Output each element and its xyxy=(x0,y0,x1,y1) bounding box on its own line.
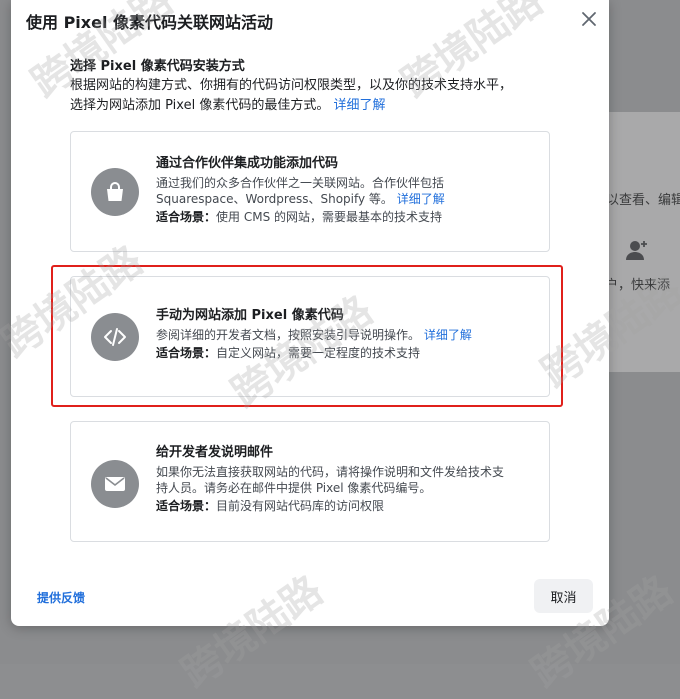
intro-line1: 根据网站的构建方式、你拥有的代码访问权限类型，以及你的技术支持水平， xyxy=(70,78,513,93)
option-desc-line: 如果你无法直接获取网站的代码，请将操作说明和文件发给技术支 xyxy=(156,465,505,479)
close-icon[interactable] xyxy=(578,8,600,30)
option-description: 参阅详细的开发者文档，按照安装引导说明操作。 详细了解 xyxy=(156,327,541,343)
scene-label: 适合场景： xyxy=(156,499,217,513)
section-title: 选择 Pixel 像素代码安装方式 xyxy=(70,59,245,74)
background-text: 以查看、编辑 xyxy=(606,193,680,208)
option-learn-more-link[interactable]: 详细了解 xyxy=(397,192,445,206)
dialog-title: 使用 Pixel 像素代码关联网站活动 xyxy=(26,13,274,32)
option-desc-line: 通过我们的众多合作伙伴之一关联网站。合作伙伴包括 xyxy=(156,176,445,190)
intro-line2: 选择为网站添加 Pixel 像素代码的最佳方式。 xyxy=(70,98,330,113)
option-title: 通过合作伙伴集成功能添加代码 xyxy=(156,156,339,171)
scene-text: 使用 CMS 的网站，需要最基本的技术支持 xyxy=(216,210,442,224)
option-text: 通过合作伙伴集成功能添加代码 通过我们的众多合作伙伴之一关联网站。合作伙伴包括 … xyxy=(156,155,541,225)
option-desc-line: Squarespace、Wordpress、Shopify 等。 xyxy=(156,192,393,206)
option-learn-more-link[interactable]: 详细了解 xyxy=(424,328,472,342)
option-desc-line: 持人员。请务必在邮件中提供 Pixel 像素代码编号。 xyxy=(156,481,432,495)
option-partner-integration[interactable]: 通过合作伙伴集成功能添加代码 通过我们的众多合作伙伴之一关联网站。合作伙伴包括 … xyxy=(70,131,550,252)
scene-label: 适合场景： xyxy=(156,210,217,224)
option-text: 给开发者发说明邮件 如果你无法直接获取网站的代码，请将操作说明和文件发给技术支 … xyxy=(156,444,541,514)
option-description: 通过我们的众多合作伙伴之一关联网站。合作伙伴包括 Squarespace、Wor… xyxy=(156,175,541,207)
feedback-link[interactable]: 提供反馈 xyxy=(37,589,85,606)
option-scene: 适合场景：自定义网站，需要一定程度的技术支持 xyxy=(156,345,541,361)
scene-text: 目前没有网站代码库的访问权限 xyxy=(216,499,385,513)
option-scene: 适合场景：目前没有网站代码库的访问权限 xyxy=(156,498,541,514)
option-description: 如果你无法直接获取网站的代码，请将操作说明和文件发给技术支 持人员。请务必在邮件… xyxy=(156,464,541,496)
user-add-icon xyxy=(626,241,647,260)
cancel-button[interactable]: 取消 xyxy=(534,579,593,613)
option-scene: 适合场景：使用 CMS 的网站，需要最基本的技术支持 xyxy=(156,209,541,225)
option-title: 手动为网站添加 Pixel 像素代码 xyxy=(156,308,344,323)
scene-label: 适合场景： xyxy=(156,346,217,360)
option-desc-line: 参阅详细的开发者文档，按照安装引导说明操作。 xyxy=(156,328,421,342)
option-email-developer[interactable]: 给开发者发说明邮件 如果你无法直接获取网站的代码，请将操作说明和文件发给技术支 … xyxy=(70,421,550,542)
learn-more-link[interactable]: 详细了解 xyxy=(333,98,385,113)
envelope-icon xyxy=(91,460,139,508)
intro-text: 根据网站的构建方式、你拥有的代码访问权限类型，以及你的技术支持水平， 选择为网站… xyxy=(70,76,560,116)
option-title: 给开发者发说明邮件 xyxy=(156,445,274,460)
option-manual-install[interactable]: 手动为网站添加 Pixel 像素代码 参阅详细的开发者文档，按照安装引导说明操作… xyxy=(70,276,550,397)
scene-text: 自定义网站，需要一定程度的技术支持 xyxy=(216,346,421,360)
pixel-install-dialog: 使用 Pixel 像素代码关联网站活动 选择 Pixel 像素代码安装方式 根据… xyxy=(11,0,609,626)
code-icon xyxy=(91,313,139,361)
option-text: 手动为网站添加 Pixel 像素代码 参阅详细的开发者文档，按照安装引导说明操作… xyxy=(156,307,541,361)
shopping-bag-icon xyxy=(91,168,139,216)
